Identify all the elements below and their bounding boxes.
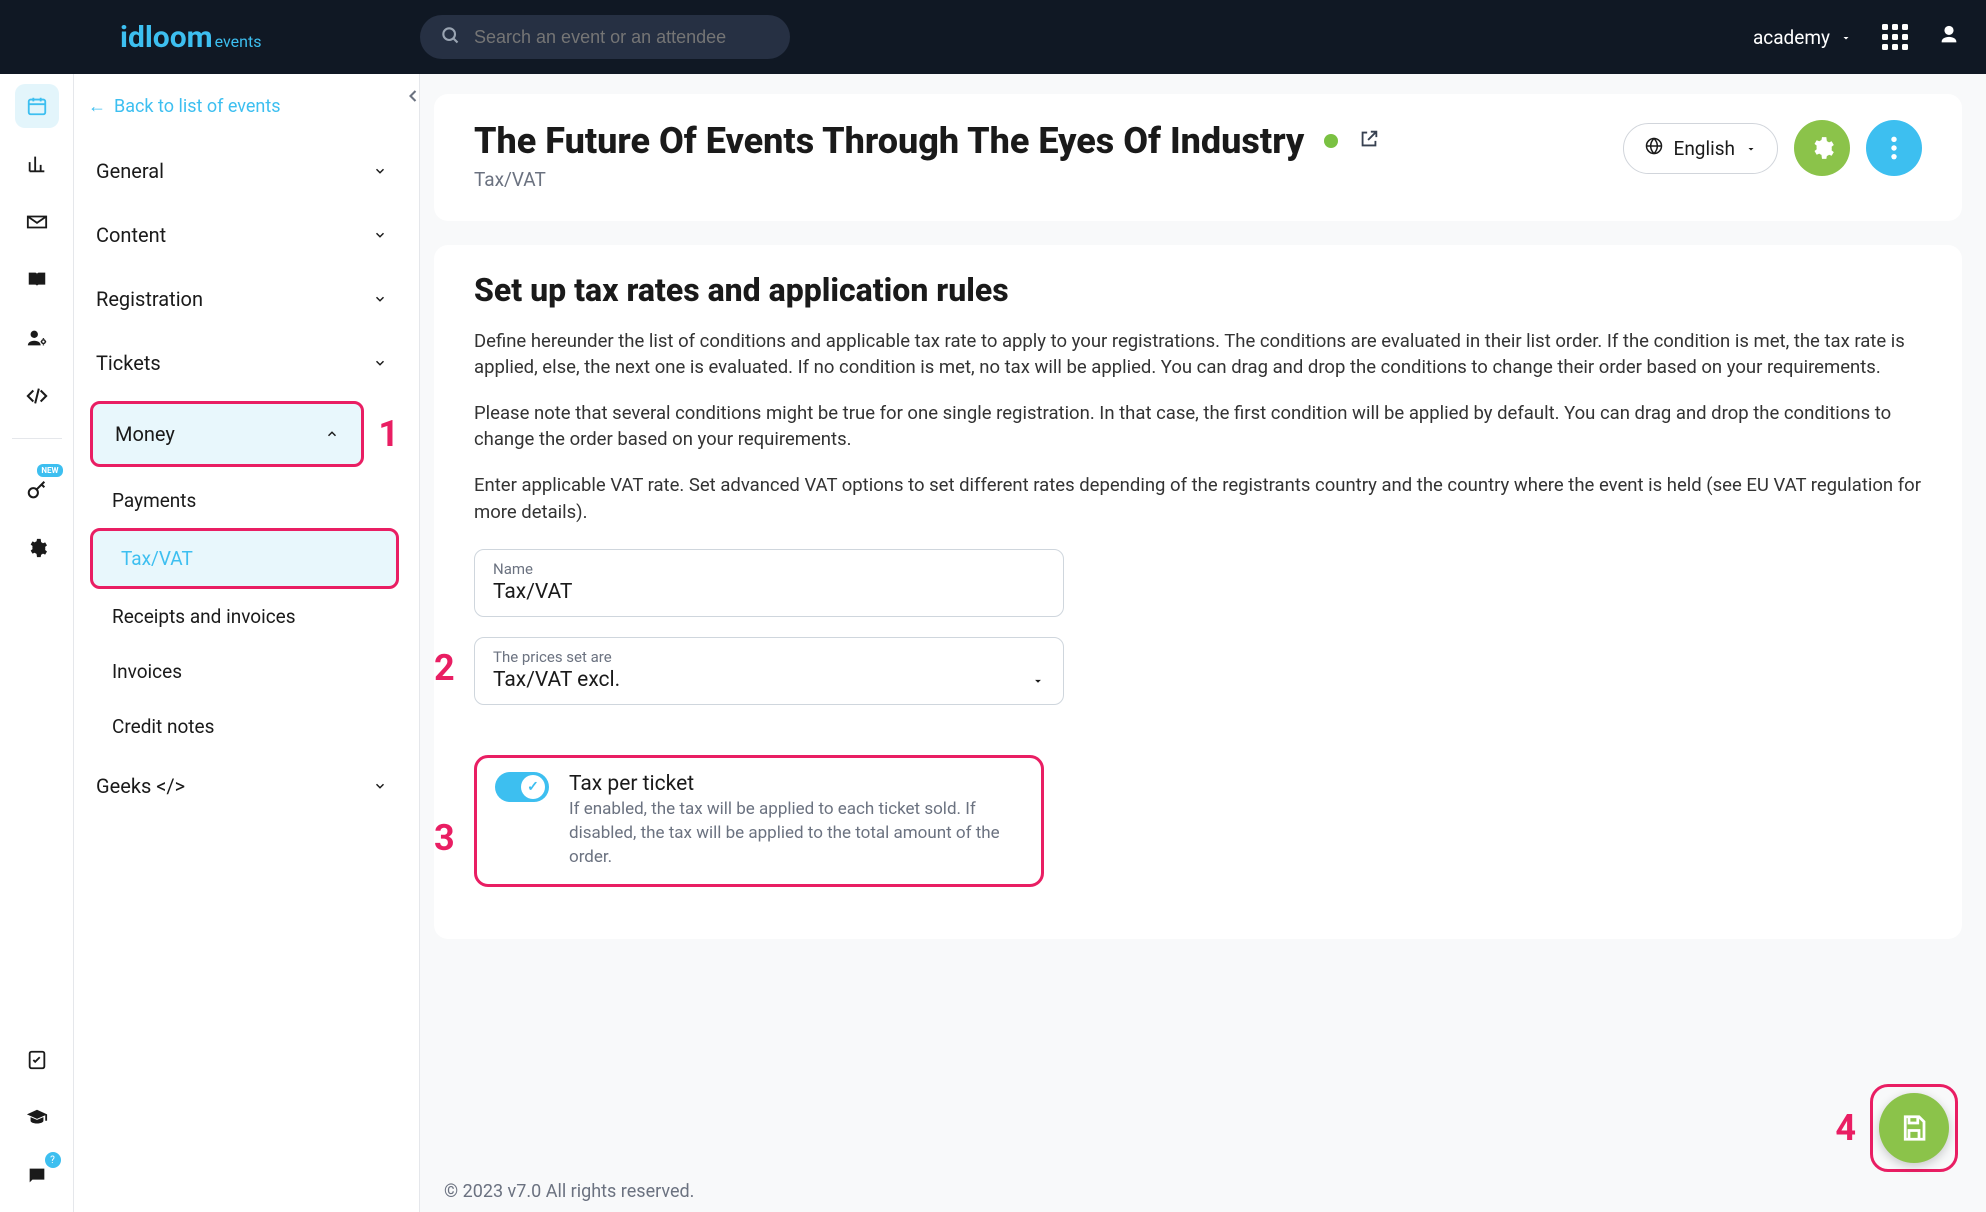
rail-events-icon[interactable] [15,84,59,128]
page-header-card: The Future Of Events Through The Eyes Of… [434,94,1962,221]
toggle-desc: If enabled, the tax will be applied to e… [569,798,1023,869]
topbar: idloomevents academy [0,0,1986,74]
rail-settings-icon[interactable] [15,526,59,570]
chevron-down-icon [373,351,387,375]
topbar-right: academy [1753,24,1960,50]
name-field[interactable]: Name Tax/VAT [474,549,1064,617]
rail-key-icon[interactable]: NEW [15,468,59,512]
language-selector[interactable]: English [1623,123,1778,174]
caret-down-icon [1031,673,1045,692]
event-title: The Future Of Events Through The Eyes Of… [474,120,1603,162]
nav-money-label: Money [115,422,175,446]
chevron-down-icon [373,159,387,183]
nav-registration-label: Registration [96,287,203,311]
prices-field[interactable]: The prices set are Tax/VAT excl. [474,637,1064,705]
nav-tickets[interactable]: Tickets [74,331,409,395]
logo-suffix: events [215,32,262,51]
sub-invoices[interactable]: Invoices [84,644,409,699]
side-nav: ← Back to list of events General Content… [74,74,420,1212]
nav-content-label: Content [96,223,166,247]
tax-per-ticket-card: Tax per ticket If enabled, the tax will … [474,755,1044,886]
more-button[interactable] [1866,120,1922,176]
rail-code-icon[interactable] [15,374,59,418]
sub-credit-notes[interactable]: Credit notes [84,699,409,754]
money-submenu: Payments Tax/VAT Receipts and invoices I… [74,473,409,754]
name-label: Name [493,560,1045,578]
annotation-2: 2 [434,647,455,689]
new-badge: NEW [37,464,62,477]
settings-button[interactable] [1794,120,1850,176]
chevron-down-icon [373,287,387,311]
arrow-left-icon: ← [88,96,106,117]
nav-geeks-label: Geeks </> [96,774,185,798]
tax-per-ticket-toggle[interactable] [495,772,549,802]
chevron-down-icon [373,223,387,247]
back-label: Back to list of events [114,96,281,117]
sub-receipts[interactable]: Receipts and invoices [84,589,409,644]
name-value: Tax/VAT [493,580,1045,604]
section-title: Set up tax rates and application rules [474,271,1922,309]
logo[interactable]: idloomevents [0,20,420,55]
breadcrumb: Tax/VAT [474,168,1603,191]
section-para-1: Define hereunder the list of conditions … [474,328,1922,382]
globe-icon [1644,136,1664,161]
prices-value: Tax/VAT excl. [493,668,620,692]
nav-money[interactable]: Money [90,401,364,467]
prices-label: The prices set are [493,648,620,666]
apps-icon[interactable] [1882,24,1908,50]
back-to-events-link[interactable]: ← Back to list of events [74,88,409,139]
user-icon[interactable] [1938,24,1960,50]
section-para-2: Please note that several conditions migh… [474,400,1922,454]
sub-payments[interactable]: Payments [84,473,409,528]
save-fab-wrap: 4 [1835,1084,1958,1172]
nav-geeks[interactable]: Geeks </> [74,754,409,818]
rail-book-icon[interactable] [15,258,59,302]
annotation-1: 1 [378,413,399,455]
language-label: English [1674,137,1735,160]
event-title-text: The Future Of Events Through The Eyes Of… [474,120,1304,162]
nav-content[interactable]: Content [74,203,409,267]
search-input[interactable] [472,26,770,49]
account-menu[interactable]: academy [1753,26,1852,49]
section-para-3: Enter applicable VAT rate. Set advanced … [474,472,1922,526]
rail-users-icon[interactable] [15,316,59,360]
account-label: academy [1753,26,1830,49]
rail-learn-icon[interactable] [15,1096,59,1140]
search-box[interactable] [420,15,790,59]
rail-chat-icon[interactable]: ? [15,1154,59,1198]
caret-down-icon [1840,26,1852,49]
help-badge: ? [45,1152,61,1168]
rail-stats-icon[interactable] [15,142,59,186]
status-dot-icon [1324,134,1338,148]
nav-general-label: General [96,159,164,183]
footer: © 2023 v7.0 All rights reserved. [444,1181,694,1202]
chevron-down-icon [373,774,387,798]
search-icon [440,25,460,49]
nav-registration[interactable]: Registration [74,267,409,331]
annotation-4: 4 [1835,1107,1856,1149]
save-button[interactable] [1879,1093,1949,1163]
logo-brand: idloom [120,20,213,55]
external-link-icon[interactable] [1358,128,1380,155]
chevron-up-icon [325,422,339,446]
rail-checklist-icon[interactable] [15,1038,59,1082]
annotation-3: 3 [434,817,455,859]
tax-section-card: Set up tax rates and application rules D… [434,245,1962,939]
toggle-title: Tax per ticket [569,772,1023,796]
nav-general[interactable]: General [74,139,409,203]
caret-down-icon [1745,137,1757,160]
sub-taxvat[interactable]: Tax/VAT [90,528,399,589]
icon-rail: NEW ? [0,74,74,1212]
nav-tickets-label: Tickets [96,351,161,375]
rail-mail-icon[interactable] [15,200,59,244]
main: The Future Of Events Through The Eyes Of… [420,74,1986,1212]
